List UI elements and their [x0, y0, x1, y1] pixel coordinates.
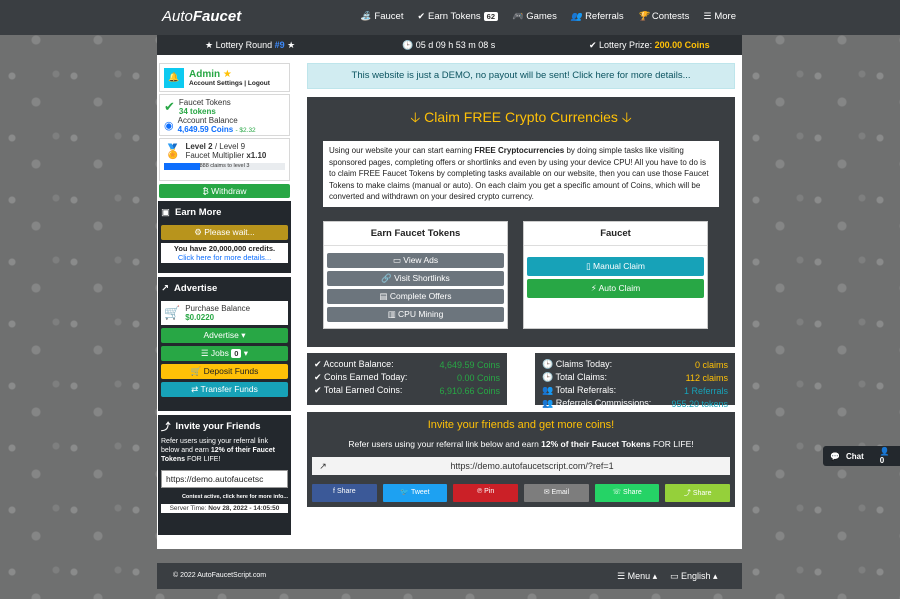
- advertise-section: ↗ Advertise 🛒 Purchase Balance $0.0220 Adve…: [158, 277, 291, 411]
- twitter-share-button[interactable]: 🐦 Tweet: [382, 484, 448, 502]
- advertise-title: ↗ Advertise: [161, 282, 218, 294]
- manual-claim-button[interactable]: ▯ Manual Claim: [527, 257, 704, 276]
- claim-title: 🡣 Claim FREE Crypto Currencies 🡣: [410, 109, 632, 125]
- transfer-funds-button[interactable]: ⇄ Transfer Funds: [161, 382, 288, 397]
- username: Admin ★: [189, 68, 232, 80]
- menu-icon: ☰: [703, 11, 712, 21]
- copyright: © 2022 AutoFaucetScript.com: [173, 572, 267, 579]
- email-share-button[interactable]: ✉ Email: [524, 484, 589, 502]
- bell-icon: 🔔: [164, 67, 184, 88]
- user-box: 🔔 Admin ★ Account Settings | Logout: [159, 63, 290, 92]
- external-link-icon: ↗: [319, 460, 327, 471]
- advertise-button[interactable]: Advertise ▾: [161, 328, 288, 343]
- nav-item-more[interactable]: ☰ More: [703, 11, 736, 22]
- chat-icon: 💬: [830, 451, 840, 461]
- invite-side-section: ⤴ Invite your Friends Refer users using y…: [158, 415, 291, 535]
- referral-url-input[interactable]: https://demo.autofaucetsc: [161, 470, 288, 488]
- share-buttons: f Share 🐦 Tweet ℗ Pin ✉ Email ☏ Share ⤴ …: [312, 484, 731, 502]
- footer: © 2022 AutoFaucetScript.com ☰ Menu ▴ ▭ E…: [157, 563, 742, 589]
- image-icon: ▣: [161, 206, 170, 218]
- faucet-icon: ⛲: [360, 11, 372, 21]
- chat-button[interactable]: 💬 Chat 👤0: [823, 446, 900, 466]
- content-wrapper: 🔔 Admin ★ Account Settings | Logout ✔ Fau…: [157, 55, 742, 549]
- level-progress: 888 claims to level 3: [164, 163, 285, 170]
- language-selector[interactable]: ▭ English ▴: [670, 571, 718, 582]
- nav-item-games[interactable]: 🎮 Games: [512, 11, 557, 22]
- faucet-card: Faucet ▯ Manual Claim ⚡ Auto Claim: [523, 221, 708, 329]
- cpu-mining-button[interactable]: ▥ CPU Mining: [327, 307, 504, 322]
- user-count-icon: 👤0: [879, 447, 890, 465]
- balance-box: ✔ Faucet Tokens 34 tokens ◉ Account Balance…: [159, 94, 290, 136]
- please-wait-button[interactable]: ⚙ Please wait...: [161, 225, 288, 240]
- lottery-round: ★ Lottery Round #9 ★: [205, 40, 296, 50]
- invite-panel: Invite your friends and get more coins! …: [307, 412, 735, 507]
- stats-left: ✔ Account Balance: 4,649.59 Coins ✔ Coins…: [307, 353, 507, 405]
- pinterest-share-button[interactable]: ℗ Pin: [453, 484, 519, 502]
- top-navbar: AutoFaucet ⛲ Faucet ✔ Earn Tokens 62 🎮 Games…: [0, 0, 900, 35]
- earn-tokens-title: Earn Faucet Tokens: [324, 222, 507, 246]
- view-ads-button[interactable]: ▭ View Ads: [327, 253, 504, 268]
- trophy-icon: 🏆: [637, 11, 649, 21]
- facebook-share-button[interactable]: f Share: [312, 484, 377, 502]
- claim-description: Using our website your can start earning…: [323, 141, 719, 207]
- whatsapp-share-button[interactable]: ☏ Share: [594, 484, 660, 502]
- earn-tokens-badge: 62: [483, 12, 498, 21]
- nav-item-earn-tokens[interactable]: ✔ Earn Tokens 62: [417, 11, 498, 22]
- gamepad-icon: 🎮: [512, 11, 524, 21]
- lottery-countdown: 🕒 05 d 09 h 53 m 08 s: [402, 40, 496, 50]
- invite-title: Invite your friends and get more coins!: [427, 419, 615, 431]
- main-menu: ⛲ Faucet ✔ Earn Tokens 62 🎮 Games 👥 Referrals…: [360, 11, 736, 22]
- cart-icon: 🛒: [164, 305, 181, 320]
- demo-alert[interactable]: This website is just a DEMO, no payout w…: [307, 63, 735, 89]
- faucet-title: Faucet: [524, 222, 707, 246]
- complete-offers-button[interactable]: ▤ Complete Offers: [327, 289, 504, 304]
- stats-row: ✔ Account Balance: 4,649.59 Coins ✔ Coins…: [307, 353, 735, 409]
- deposit-funds-button[interactable]: 🛒 Deposit Funds: [161, 364, 288, 379]
- coins-icon: ◉: [164, 119, 174, 132]
- visit-shortlinks-button[interactable]: 🔗 Visit Shortlinks: [327, 271, 504, 286]
- claim-panel: 🡣 Claim FREE Crypto Currencies 🡣 Using o…: [307, 97, 735, 347]
- external-link-icon: ↗: [161, 282, 169, 294]
- invite-side-title: ⤴ Invite your Friends: [161, 420, 261, 434]
- main-content: This website is just a DEMO, no payout w…: [307, 63, 735, 507]
- referral-link-field[interactable]: ↗ https://demo.autofaucetscript.com/?ref=…: [312, 457, 730, 475]
- nav-item-referrals[interactable]: 👥 Referrals: [571, 11, 624, 22]
- earn-more-title: ▣ Earn More: [161, 206, 222, 218]
- nav-item-contests[interactable]: 🏆 Contests: [638, 11, 690, 22]
- earn-more-section: ▣ Earn More ⚙ Please wait... You have 20,…: [158, 201, 291, 273]
- auto-claim-button[interactable]: ⚡ Auto Claim: [527, 279, 704, 298]
- generic-share-button[interactable]: ⤴ Share: [665, 484, 731, 502]
- site-logo[interactable]: AutoFaucet: [162, 8, 241, 25]
- star-icon: ★: [222, 68, 232, 80]
- share-icon: ⤴: [161, 422, 171, 433]
- earn-more-link[interactable]: Click here for more details...: [161, 253, 288, 262]
- users-icon: 👥: [570, 11, 583, 21]
- lottery-prize: ✔ Lottery Prize: 200.00 Coins: [589, 40, 710, 50]
- check-circle-icon: ✔: [164, 99, 175, 114]
- level-box: 🏅 Level 2 / Level 9 Faucet Multiplier x1.1…: [159, 138, 290, 181]
- account-links[interactable]: Account Settings | Logout: [189, 80, 270, 87]
- nav-item-faucet[interactable]: ⛲ Faucet: [360, 11, 403, 22]
- medal-icon: 🏅: [164, 142, 182, 159]
- earn-tokens-card: Earn Faucet Tokens ▭ View Ads 🔗 Visit Sh…: [323, 221, 508, 329]
- server-time: Server Time: Nov 28, 2022 - 14:05:50: [161, 504, 288, 513]
- jobs-button[interactable]: ☰ Jobs 0 ▾: [161, 346, 288, 361]
- sidebar: 🔔 Admin ★ Account Settings | Logout ✔ Fau…: [157, 63, 292, 535]
- contest-link[interactable]: Contest active, click here for more info…: [161, 494, 288, 500]
- invite-text: Refer users using your referral link bel…: [348, 439, 694, 449]
- withdraw-button[interactable]: ₿ Withdraw: [159, 184, 290, 198]
- stats-right: 🕒 Claims Today: 0 claims 🕒 Total Claims: 1…: [535, 353, 735, 409]
- footer-menu[interactable]: ☰ Menu ▴: [617, 571, 657, 582]
- invite-side-text: Refer users using your referral link bel…: [161, 438, 276, 463]
- check-circle-icon: ✔: [417, 11, 426, 21]
- info-bar: ★ Lottery Round #9 ★ 🕒 05 d 09 h 53 m 08…: [157, 35, 742, 55]
